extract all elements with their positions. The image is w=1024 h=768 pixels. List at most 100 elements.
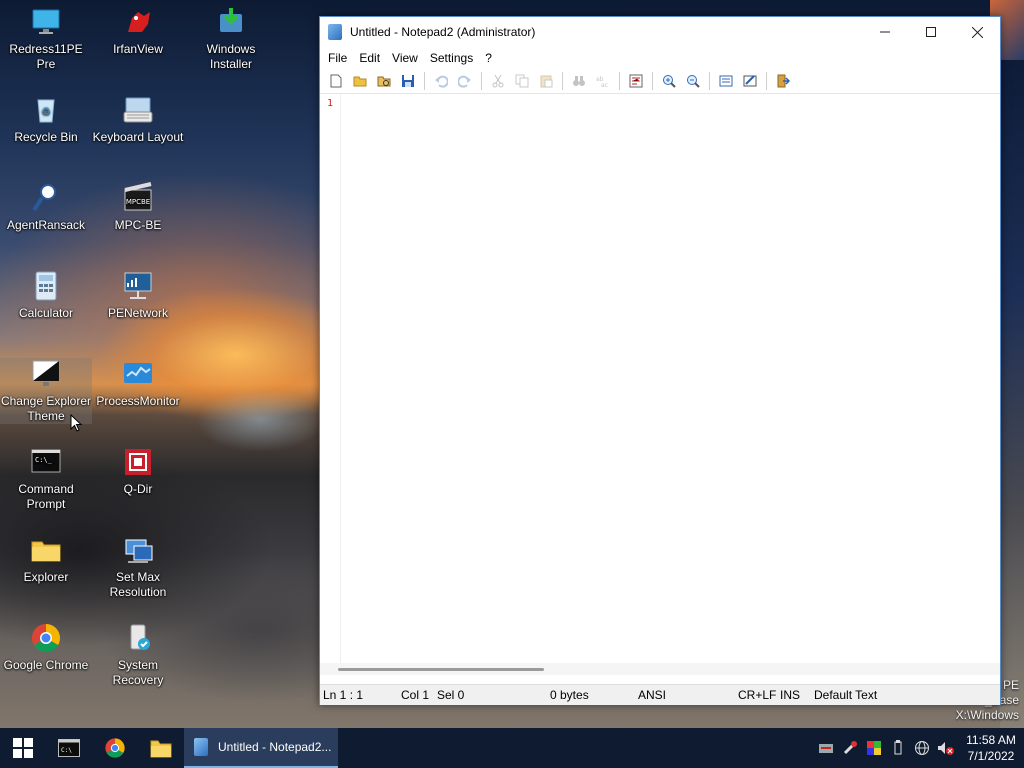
desktop-icon-label: IrfanView [113, 42, 163, 56]
taskbar-notepad2[interactable]: Untitled - Notepad2... [184, 728, 338, 768]
desktop-icon-redress11pe[interactable]: Redress11PE Pre [0, 6, 92, 72]
status-scheme[interactable]: Default Text [811, 688, 880, 702]
clock-date: 7/1/2022 [967, 749, 1015, 763]
undo-button[interactable] [429, 70, 453, 92]
desktop-icon-google-chrome[interactable]: Google Chrome [0, 622, 92, 673]
desktop-icon-penetwork[interactable]: PENetwork [92, 270, 184, 321]
recycle-bin-icon: ♻ [30, 94, 62, 126]
copy-button[interactable] [510, 70, 534, 92]
mouse-cursor-icon [70, 414, 82, 432]
toolbar-separator [481, 71, 482, 90]
customize-scheme-button[interactable] [738, 70, 762, 92]
desktop-icon-label: MPC-BE [114, 218, 162, 232]
mpc-be-icon: MPCBE [122, 182, 154, 214]
desktop-icon-label: Command Prompt [18, 482, 74, 511]
desktop-icon-label: System Recovery [112, 658, 164, 687]
notepad2-window[interactable]: Untitled - Notepad2 (Administrator) File… [319, 16, 1001, 705]
menu-view[interactable]: View [386, 51, 424, 65]
svg-text:MPCBE: MPCBE [126, 198, 150, 206]
title-bar[interactable]: Untitled - Notepad2 (Administrator) [320, 17, 1000, 47]
desktop-icon-calculator[interactable]: Calculator [0, 270, 92, 321]
status-mode[interactable]: INS [777, 688, 811, 702]
build-line: X:\Windows [955, 708, 1019, 722]
paste-button[interactable] [534, 70, 558, 92]
scrollbar-thumb[interactable] [338, 668, 544, 671]
toolbar-separator [619, 71, 620, 90]
tray-color-app[interactable] [862, 728, 886, 768]
replace-button[interactable]: ab ac [591, 70, 615, 92]
zoom-in-button[interactable] [657, 70, 681, 92]
word-wrap-button[interactable] [624, 70, 648, 92]
tray-network[interactable] [910, 728, 934, 768]
line-number: 1 [326, 98, 334, 109]
desktop-icon-irfanview[interactable]: IrfanView [92, 6, 184, 57]
desktop-icon-processmonitor[interactable]: ProcessMonitor [92, 358, 184, 409]
status-encoding[interactable]: ANSI [635, 688, 735, 702]
desktop-icon-windows-installer[interactable]: Windows Installer [185, 6, 277, 72]
svg-text:ac: ac [601, 82, 608, 88]
keyboard-icon [122, 94, 154, 126]
toolbar-separator [424, 71, 425, 90]
command-prompt-icon: C:\_ [30, 446, 62, 478]
menu-edit[interactable]: Edit [353, 51, 386, 65]
tray-tool[interactable] [838, 728, 862, 768]
desktop-icon-recycle-bin[interactable]: ♻ Recycle Bin [0, 94, 92, 145]
desktop-icon-q-dir[interactable]: Q-Dir [92, 446, 184, 497]
desktop-icon-system-recovery[interactable]: System Recovery [92, 622, 184, 688]
taskbar-notepad2-label: Untitled - Notepad2... [218, 740, 332, 754]
close-icon [971, 26, 983, 38]
desktop-icon-label: Recycle Bin [14, 130, 78, 144]
volume-muted-icon [938, 742, 954, 755]
toolbar-separator [766, 71, 767, 90]
desktop-icon-set-max-resolution[interactable]: Set Max Resolution [92, 534, 184, 600]
tray-volume[interactable] [934, 728, 958, 768]
toolbar: ab ac [320, 68, 1000, 94]
process-monitor-icon [122, 358, 154, 390]
wallpaper-right-edge [1000, 0, 1024, 730]
desktop-icon-keyboard-layout[interactable]: Keyboard Layout [92, 94, 184, 145]
maximize-button[interactable] [908, 17, 954, 47]
save-button[interactable] [396, 70, 420, 92]
clock-time: 11:58 AM [966, 733, 1016, 747]
new-file-icon [330, 74, 342, 87]
desktop-icon-label: Q-Dir [123, 482, 153, 496]
desktop-icon-explorer[interactable]: Explorer [0, 534, 92, 585]
menu-file[interactable]: File [322, 51, 353, 65]
menu-settings[interactable]: Settings [424, 51, 479, 65]
desktop-icon-agentransack[interactable]: AgentRansack [0, 182, 92, 233]
browse-button[interactable] [372, 70, 396, 92]
tray-network-manager[interactable] [814, 728, 838, 768]
new-button[interactable] [324, 70, 348, 92]
text-editor[interactable]: 1 [320, 94, 1000, 675]
q-dir-icon [122, 446, 154, 478]
menu-help[interactable]: ? [479, 51, 498, 65]
exit-button[interactable] [771, 70, 795, 92]
open-button[interactable] [348, 70, 372, 92]
find-button[interactable] [567, 70, 591, 92]
status-eol[interactable]: CR+LF [735, 688, 777, 702]
zoom-out-button[interactable] [681, 70, 705, 92]
close-button[interactable] [954, 17, 1000, 47]
taskbar-command-prompt[interactable]: C:\ [46, 728, 92, 768]
status-size: 0 bytes [550, 688, 589, 702]
taskbar-explorer[interactable] [138, 728, 184, 768]
status-selection: Sel 0 [437, 688, 465, 702]
start-button[interactable] [0, 728, 46, 768]
redo-button[interactable] [453, 70, 477, 92]
undo-icon [435, 75, 448, 88]
window-title: Untitled - Notepad2 (Administrator) [350, 25, 536, 39]
color-grid-icon [867, 741, 881, 755]
cut-button[interactable] [486, 70, 510, 92]
taskbar-chrome[interactable] [92, 728, 138, 768]
horizontal-scrollbar[interactable] [320, 663, 1000, 675]
desktop-icon-label: Redress11PE Pre [9, 42, 83, 71]
clock[interactable]: 11:58 AM 7/1/2022 [958, 732, 1024, 764]
globe-icon [915, 741, 929, 755]
desktop-icon-command-prompt[interactable]: C:\_ Command Prompt [0, 446, 92, 512]
tray-usb[interactable] [886, 728, 910, 768]
desktop-icon-mpc-be[interactable]: MPCBE MPC-BE [92, 182, 184, 233]
theme-icon [30, 358, 62, 390]
minimize-button[interactable] [862, 17, 908, 47]
resolution-icon [122, 534, 154, 566]
scheme-button[interactable] [714, 70, 738, 92]
